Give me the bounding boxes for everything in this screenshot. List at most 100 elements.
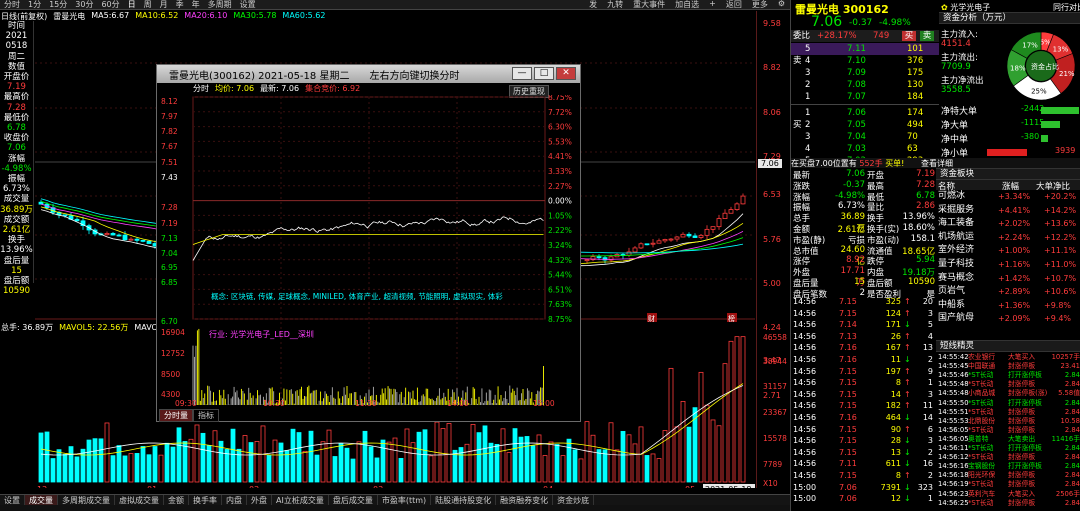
sell-level-1[interactable]: 1 7.07 184 bbox=[791, 91, 939, 103]
elf-row[interactable]: 14:56:25 *ST长动 封涨停板 2.84 bbox=[936, 499, 1080, 508]
indicator-tab-10[interactable]: 市盈率(ttm) bbox=[378, 495, 432, 505]
elf-row[interactable]: 14:56:19 *ST长动 封涨停板 2.84 bbox=[936, 480, 1080, 489]
indicator-tab-12[interactable]: 融资融券变化 bbox=[496, 495, 554, 505]
sector-row[interactable]: 海工装备 +2.02% +13.6% bbox=[936, 217, 1080, 230]
view-detail-link[interactable]: 查看详细 bbox=[921, 159, 953, 168]
buy-level-2[interactable]: 买 2 7.05 494 bbox=[791, 119, 939, 131]
volume-bar bbox=[608, 422, 614, 483]
top-action-1[interactable]: 九转 bbox=[602, 0, 628, 10]
sector-row[interactable]: 室外经济 +1.00% +11.1% bbox=[936, 244, 1080, 257]
level-num: 2 bbox=[805, 80, 811, 90]
indicator-tab-2[interactable]: 多周期成交量 bbox=[58, 495, 115, 505]
popup-tab-1[interactable]: 指标 bbox=[193, 409, 219, 422]
sell-volume: 175 bbox=[907, 68, 924, 78]
top-action-6[interactable]: 更多 bbox=[747, 0, 773, 10]
info-line: -4.98% bbox=[1, 163, 32, 174]
elf-stock: *ST长动 bbox=[968, 453, 994, 462]
indicator-tab-3[interactable]: 虚拟成交量 bbox=[115, 495, 164, 505]
elf-row[interactable]: 14:56:23 英利汽车 大笔买入 2506手 bbox=[936, 490, 1080, 499]
sector-tab[interactable]: 资金板块 bbox=[936, 168, 1080, 180]
period-tab-2[interactable]: 15分 bbox=[45, 0, 71, 10]
buy-level-1[interactable]: 1 7.06 174 bbox=[791, 107, 939, 119]
intraday-price-tick: 7.19 bbox=[161, 219, 178, 228]
volume-bar bbox=[560, 455, 566, 483]
top-action-3[interactable]: 加自选 bbox=[670, 0, 704, 10]
period-tab-7[interactable]: 月 bbox=[156, 0, 172, 10]
event-mark[interactable]: 财 bbox=[648, 314, 655, 323]
buy-button[interactable]: 买 bbox=[902, 31, 916, 41]
sector-row[interactable]: 国产航母 +2.09% +9.4% bbox=[936, 312, 1080, 325]
sector-row[interactable]: 页岩气 +2.89% +10.6% bbox=[936, 285, 1080, 298]
sector-row[interactable]: 量子科技 +1.16% +11.0% bbox=[936, 258, 1080, 271]
elf-row[interactable]: 14:55:42 农业银行 大笔买入 10257手 bbox=[936, 353, 1080, 362]
net-flow-row-1: 净大单 -1115 bbox=[939, 118, 1080, 131]
indicator-tab-8[interactable]: AI立桩成交量 bbox=[272, 495, 329, 505]
maximize-button[interactable]: □ bbox=[534, 67, 554, 80]
elf-time: 14:56:12 bbox=[938, 453, 969, 462]
elf-row[interactable]: 14:56:05 *ST长动 封涨停板 2.84 bbox=[936, 426, 1080, 435]
indicator-tab-7[interactable]: 外盘 bbox=[247, 495, 272, 505]
elf-row[interactable]: 14:55:53 北鼎股份 封涨停板 10.58 bbox=[936, 417, 1080, 426]
sector-row[interactable]: 赛马概念 +1.42% +10.7% bbox=[936, 272, 1080, 285]
elf-row[interactable]: 14:56:05 奥普特 大笔卖出 11416手 bbox=[936, 435, 1080, 444]
close-button[interactable]: ✕ bbox=[556, 67, 576, 80]
elf-row[interactable]: 14:55:50 *ST长动 打开涨停板 2.84 bbox=[936, 399, 1080, 408]
elf-row[interactable]: 14:56:12 *ST长动 封涨停板 2.84 bbox=[936, 453, 1080, 462]
indicator-tab-1[interactable]: 成交量 bbox=[25, 495, 58, 505]
volume-bar bbox=[248, 442, 254, 483]
elf-row[interactable]: 14:55:48 小商品城 封涨停板(涨) 5.58值 bbox=[936, 389, 1080, 398]
period-tab-0[interactable]: 分时 bbox=[0, 0, 24, 10]
period-tab-9[interactable]: 年 bbox=[188, 0, 204, 10]
period-tab-11[interactable]: 设置 bbox=[236, 0, 260, 10]
sell-level-2[interactable]: 2 7.08 130 bbox=[791, 79, 939, 91]
period-tab-8[interactable]: 季 bbox=[172, 0, 188, 10]
indicator-tab-6[interactable]: 内盘 bbox=[222, 495, 247, 505]
period-tab-10[interactable]: 多周期 bbox=[204, 0, 236, 10]
indicator-tab-9[interactable]: 盘后成交量 bbox=[329, 495, 378, 505]
intraday-chart[interactable]: 8.12 7.97 7.82 7.67 7.51 7.43 7.28 7.19 7.13 7.04… bbox=[157, 95, 580, 407]
sector-row[interactable]: 可燃冰 +3.34% +20.2% bbox=[936, 190, 1080, 203]
period-tab-1[interactable]: 1分 bbox=[24, 0, 45, 10]
top-action-2[interactable]: 重大事件 bbox=[628, 0, 670, 10]
period-tab-5[interactable]: 日 bbox=[124, 0, 140, 10]
popup-tab-0[interactable]: 分时量 bbox=[159, 409, 193, 422]
period-tab-3[interactable]: 30分 bbox=[71, 0, 97, 10]
volume-bar bbox=[728, 340, 734, 483]
sell-button[interactable]: 卖 bbox=[920, 31, 934, 41]
volume-bar bbox=[56, 449, 62, 483]
sell-level-5[interactable]: 5 7.11 101 bbox=[791, 43, 939, 55]
elf-row[interactable]: 14:56:11 *ST长动 打开涨停板 2.84 bbox=[936, 444, 1080, 453]
sector-row[interactable]: 中船系 +1.36% +9.8% bbox=[936, 299, 1080, 312]
volume-bar bbox=[212, 430, 218, 483]
indicator-tab-13[interactable]: 资金炒底 bbox=[553, 495, 595, 505]
volume-bar bbox=[716, 425, 722, 483]
industry-text: 行业: 光学光电子_LED__深圳 bbox=[209, 329, 314, 339]
intraday-price-tick: 6.95 bbox=[161, 263, 178, 272]
elf-row[interactable]: 14:55:48 *ST长动 封涨停板 2.84 bbox=[936, 380, 1080, 389]
buy-level-3[interactable]: 3 7.04 70 bbox=[791, 131, 939, 143]
sector-name: 可燃冰 bbox=[938, 191, 966, 201]
elf-row[interactable]: 14:56:16 宝钢股份 打开涨停板 2.84 bbox=[936, 462, 1080, 471]
indicator-tab-4[interactable]: 金额 bbox=[164, 495, 189, 505]
elf-row[interactable]: 14:56:18 阳光环保 封涨停板 2.84 bbox=[936, 471, 1080, 480]
elf-row[interactable]: 14:55:45 中国联通 封涨停板 23.41 bbox=[936, 362, 1080, 371]
period-tab-4[interactable]: 60分 bbox=[97, 0, 123, 10]
top-action-4[interactable]: + bbox=[704, 0, 721, 10]
event-mark[interactable]: 榜 bbox=[728, 314, 735, 323]
top-action-0[interactable]: 发 bbox=[584, 0, 602, 10]
buy-level-4[interactable]: 4 7.03 63 bbox=[791, 143, 939, 155]
minimize-button[interactable]: — bbox=[512, 67, 532, 80]
period-tab-6[interactable]: 周 bbox=[140, 0, 156, 10]
sector-row[interactable]: 采掘服务 +4.41% +14.2% bbox=[936, 204, 1080, 217]
indicator-tab-5[interactable]: 换手率 bbox=[189, 495, 222, 505]
intraday-popup-window[interactable]: 雷曼光电(300162) 2021-05-18 星期二 左右方向键切换分时 — … bbox=[156, 64, 581, 422]
indicator-tab-11[interactable]: 陆股通持股变化 bbox=[431, 495, 497, 505]
sell-level-3[interactable]: 3 7.09 175 bbox=[791, 67, 939, 79]
sector-row[interactable]: 机场航运 +2.24% +12.2% bbox=[936, 231, 1080, 244]
elf-row[interactable]: 14:55:46 *ST长动 打开涨停板 2.84 bbox=[936, 371, 1080, 380]
elf-row[interactable]: 14:55:51 *ST长动 封涨停板 2.84 bbox=[936, 408, 1080, 417]
indicator-tab-0[interactable]: 设置 bbox=[0, 495, 25, 505]
sell-level-4[interactable]: 卖 4 7.10 376 bbox=[791, 55, 939, 67]
top-action-5[interactable]: 返回 bbox=[721, 0, 747, 10]
gear-icon[interactable]: ⚙ bbox=[773, 0, 790, 10]
